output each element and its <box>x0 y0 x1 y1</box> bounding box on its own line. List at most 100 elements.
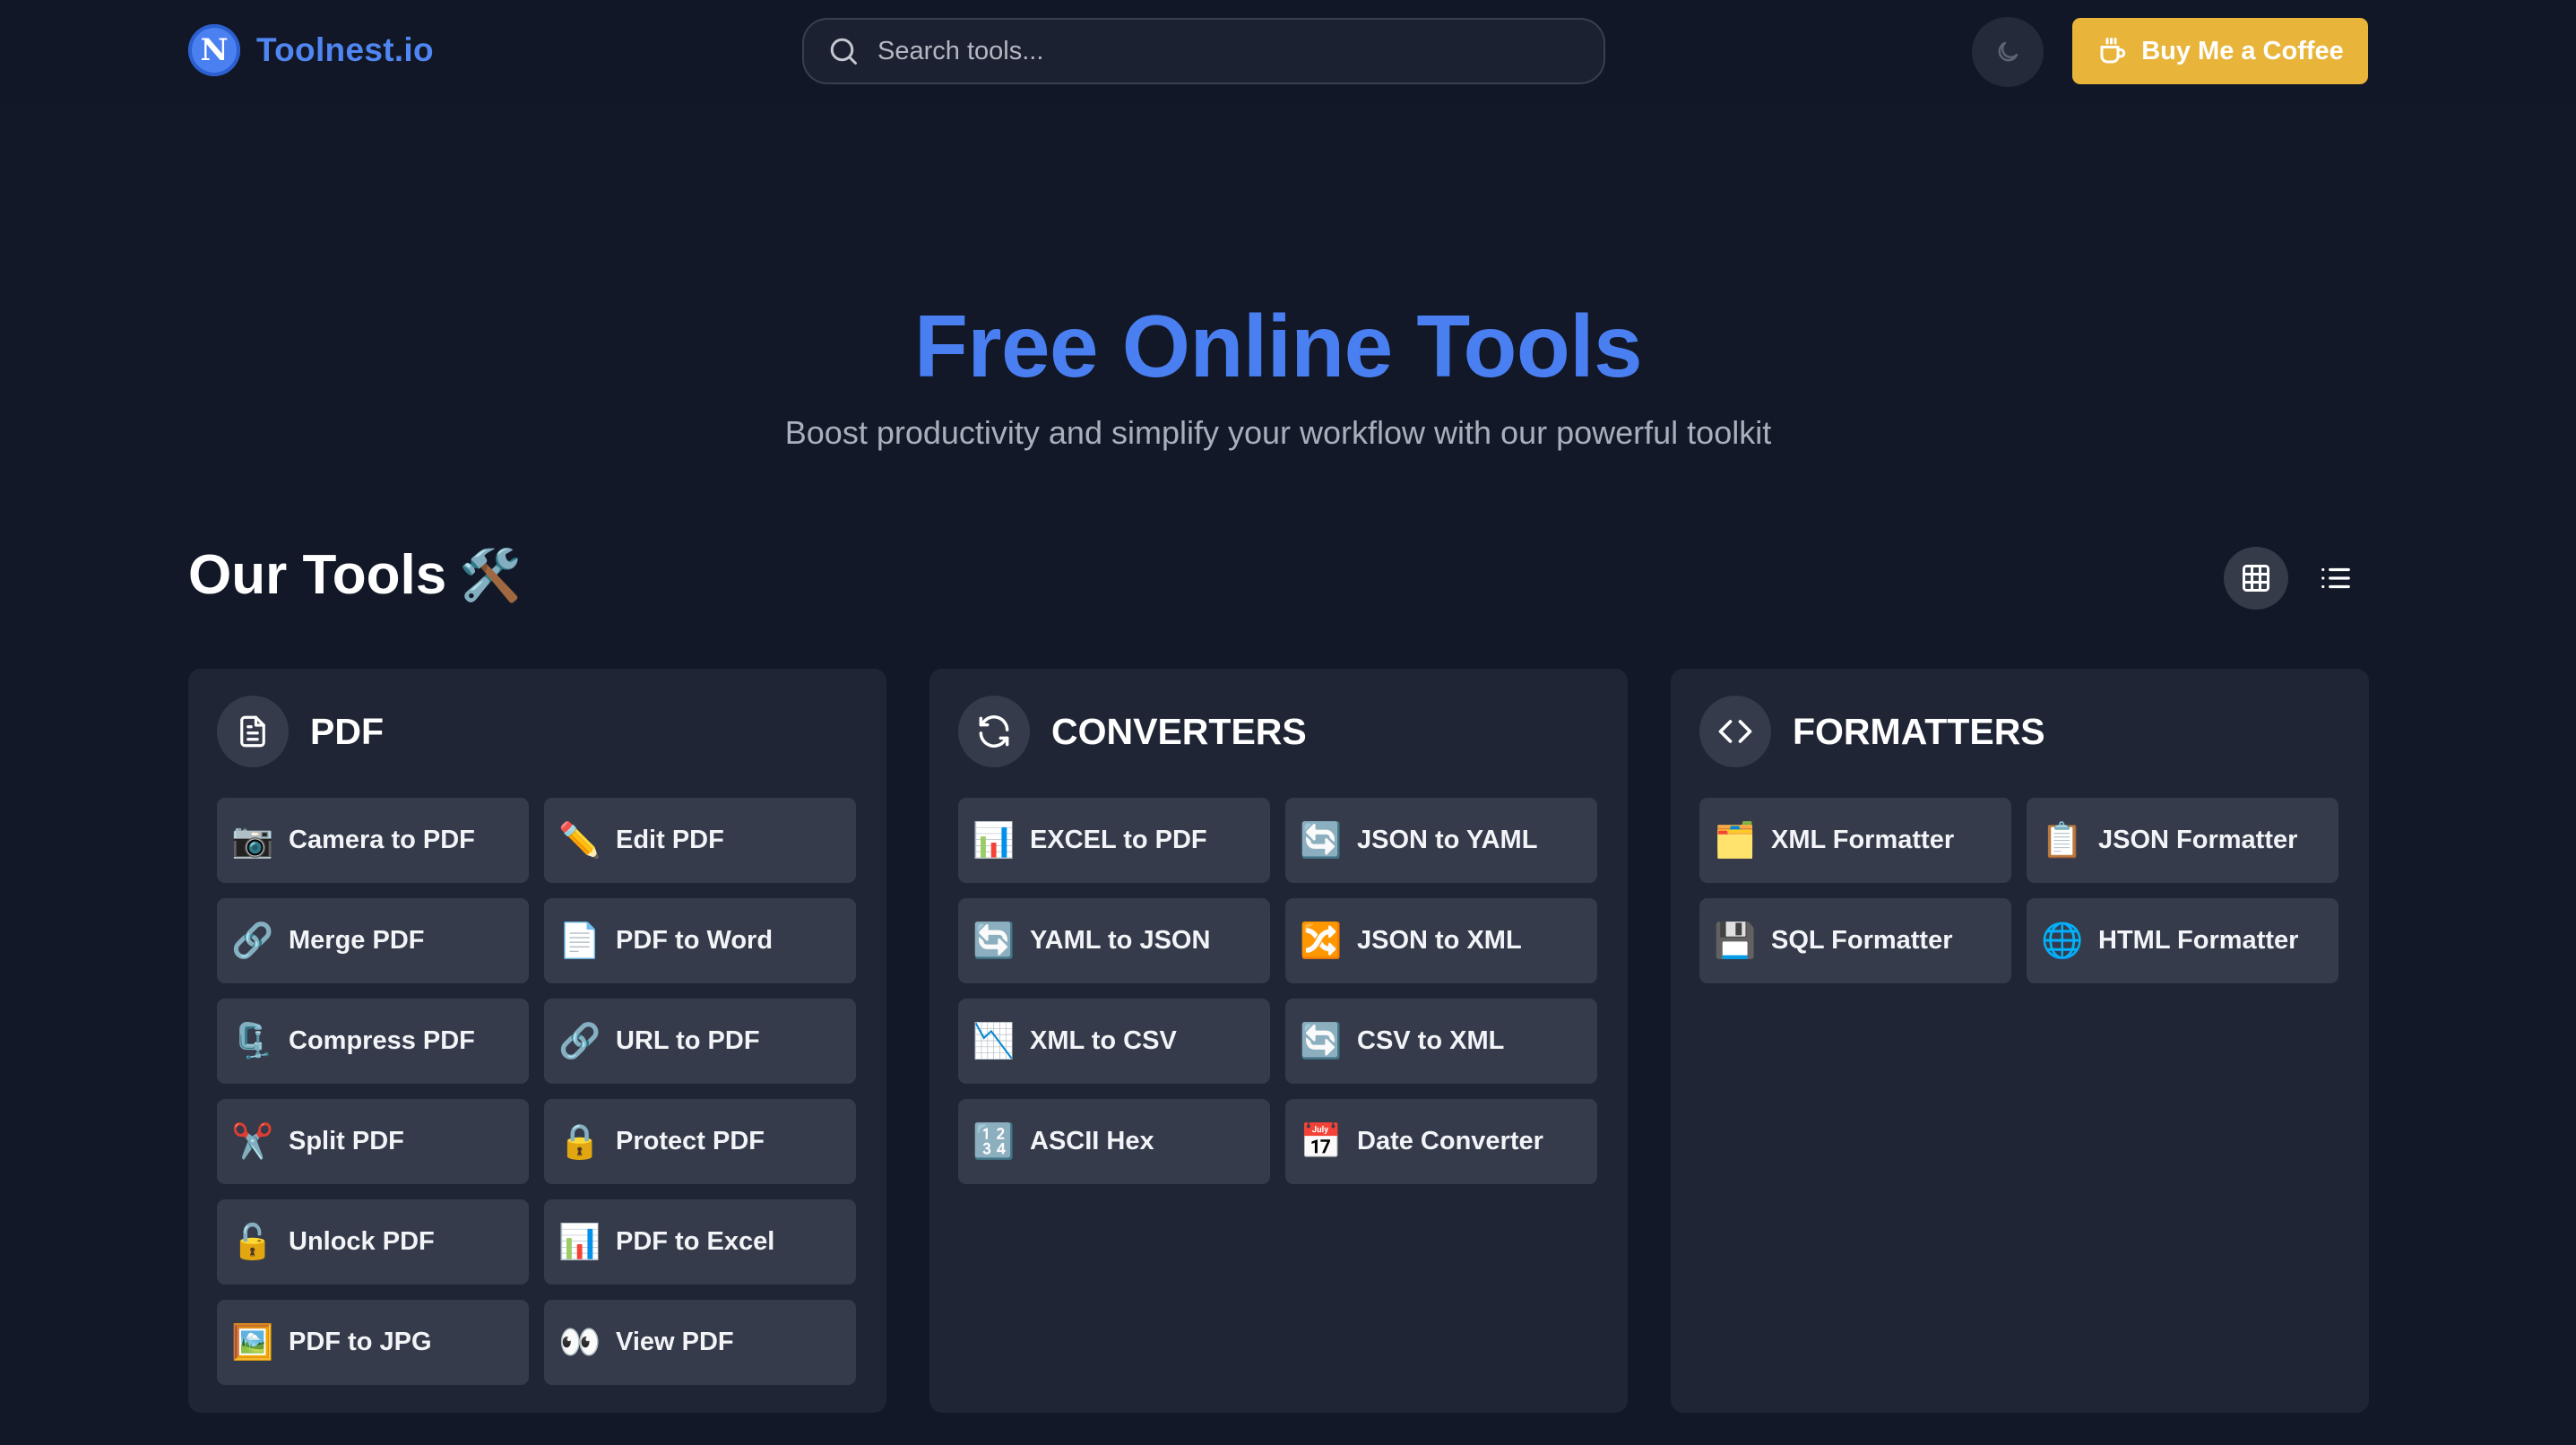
tool-label: SQL Formatter <box>1771 926 1953 955</box>
refresh-arrows-icon: 🔄 <box>972 922 1016 960</box>
theme-toggle-button[interactable] <box>1972 17 2044 87</box>
tool-date-converter[interactable]: 📅 Date Converter <box>1285 1099 1597 1184</box>
refresh-arrows-icon: 🔄 <box>1300 821 1343 860</box>
tool-label: CSV to XML <box>1357 1026 1505 1055</box>
search-input[interactable] <box>876 35 1604 67</box>
brand-home-link[interactable]: N Toolnest.io <box>188 23 434 77</box>
grid-view-button[interactable] <box>2224 547 2288 610</box>
tool-csv-to-xml[interactable]: 🔄 CSV to XML <box>1285 999 1597 1084</box>
globe-icon: 🌐 <box>2041 922 2084 960</box>
tool-label: PDF to Word <box>616 926 774 955</box>
tool-label: URL to PDF <box>616 1026 760 1055</box>
tool-merge-pdf[interactable]: 🔗 Merge PDF <box>217 898 529 983</box>
hero-subtitle: Boost productivity and simplify your wor… <box>784 414 1772 451</box>
search-bar[interactable] <box>802 18 1605 84</box>
eyes-icon: 👀 <box>558 1323 601 1362</box>
shuffle-icon: 🔀 <box>1300 922 1343 960</box>
tool-label: ASCII Hex <box>1030 1127 1154 1155</box>
hero-title: Free Online Tools <box>914 297 1642 395</box>
tool-label: Split PDF <box>289 1127 404 1155</box>
coffee-button-label: Buy Me a Coffee <box>2141 36 2344 65</box>
refresh-icon <box>958 696 1030 767</box>
tool-label: JSON Formatter <box>2098 826 2298 854</box>
tool-label: PDF to JPG <box>289 1328 432 1356</box>
tool-json-to-xml[interactable]: 🔀 JSON to XML <box>1285 898 1597 983</box>
tool-label: Unlock PDF <box>289 1227 435 1256</box>
moon-icon <box>1998 41 2018 62</box>
tool-label: JSON to XML <box>1357 926 1522 955</box>
pencil-icon: ✏️ <box>558 821 601 860</box>
tool-label: Camera to PDF <box>289 826 475 854</box>
bar-chart-icon: 📊 <box>972 821 1016 860</box>
numbers-icon: 🔢 <box>972 1122 1016 1161</box>
tool-label: Merge PDF <box>289 926 425 955</box>
tool-excel-to-pdf[interactable]: 📊 EXCEL to PDF <box>958 798 1270 883</box>
tool-json-formatter[interactable]: 📋 JSON Formatter <box>2027 798 2338 883</box>
tool-label: Protect PDF <box>616 1127 765 1155</box>
tool-label: Date Converter <box>1357 1127 1543 1155</box>
tool-label: JSON to YAML <box>1357 826 1538 854</box>
tool-xml-to-csv[interactable]: 📉 XML to CSV <box>958 999 1270 1084</box>
tool-yaml-to-json[interactable]: 🔄 YAML to JSON <box>958 898 1270 983</box>
floppy-disk-icon: 💾 <box>1714 922 1757 960</box>
bar-chart-icon: 📊 <box>558 1223 601 1261</box>
tool-json-to-yaml[interactable]: 🔄 JSON to YAML <box>1285 798 1597 883</box>
category-card-converters: CONVERTERS 📊 EXCEL to PDF 🔄 JSON to YAML 🔄… <box>929 669 1628 1413</box>
link-icon: 🔗 <box>231 922 274 960</box>
link-icon: 🔗 <box>558 1022 601 1060</box>
list-view-button[interactable] <box>2304 547 2368 610</box>
coffee-cup-icon <box>2100 38 2126 64</box>
category-card-pdf: PDF 📷 Camera to PDF ✏️ Edit PDF 🔗 Merge PDF… <box>188 669 886 1413</box>
tool-label: Edit PDF <box>616 826 724 854</box>
tool-html-formatter[interactable]: 🌐 HTML Formatter <box>2027 898 2338 983</box>
buy-me-a-coffee-button[interactable]: Buy Me a Coffee <box>2072 18 2368 84</box>
chart-decreasing-icon: 📉 <box>972 1022 1016 1060</box>
camera-icon: 📷 <box>231 821 274 860</box>
tool-label: View PDF <box>616 1328 734 1356</box>
clipboard-icon: 📋 <box>2041 821 2084 860</box>
tool-compress-pdf[interactable]: 🗜️ Compress PDF <box>217 999 529 1084</box>
search-icon <box>830 38 857 65</box>
tool-ascii-hex[interactable]: 🔢 ASCII Hex <box>958 1099 1270 1184</box>
tool-label: XML to CSV <box>1030 1026 1177 1055</box>
tool-xml-formatter[interactable]: 🗂️ XML Formatter <box>1699 798 2011 883</box>
brand-name: Toolnest.io <box>256 31 434 68</box>
tool-pdf-to-word[interactable]: 📄 PDF to Word <box>544 898 856 983</box>
tool-camera-to-pdf[interactable]: 📷 Camera to PDF <box>217 798 529 883</box>
category-title: CONVERTERS <box>1051 710 1307 752</box>
tool-pdf-to-excel[interactable]: 📊 PDF to Excel <box>544 1199 856 1285</box>
tool-protect-pdf[interactable]: 🔒 Protect PDF <box>544 1099 856 1184</box>
category-title: FORMATTERS <box>1793 710 2045 752</box>
tool-view-pdf[interactable]: 👀 View PDF <box>544 1300 856 1385</box>
tool-label: YAML to JSON <box>1030 926 1211 955</box>
tool-label: Compress PDF <box>289 1026 475 1055</box>
category-card-formatters: FORMATTERS 🗂️ XML Formatter 📋 JSON Formatt… <box>1671 669 2369 1413</box>
page-icon: 📄 <box>558 922 601 960</box>
category-title: PDF <box>310 710 384 752</box>
clamp-icon: 🗜️ <box>231 1022 274 1060</box>
file-text-icon <box>217 696 289 767</box>
list-view-icon <box>2321 567 2350 589</box>
folder-icon: 🗂️ <box>1714 821 1757 860</box>
tool-label: HTML Formatter <box>2098 926 2299 955</box>
tools-heading-text: Our Tools <box>188 544 447 606</box>
tool-pdf-to-jpg[interactable]: 🖼️ PDF to JPG <box>217 1300 529 1385</box>
tool-label: PDF to Excel <box>616 1227 775 1256</box>
calendar-icon: 📅 <box>1300 1122 1343 1161</box>
tool-url-to-pdf[interactable]: 🔗 URL to PDF <box>544 999 856 1084</box>
lock-icon: 🔒 <box>558 1122 601 1161</box>
code-brackets-icon <box>1699 696 1771 767</box>
tool-label: EXCEL to PDF <box>1030 826 1207 854</box>
scissors-icon: ✂️ <box>231 1122 274 1161</box>
hammer-wrench-icon: 🛠️ <box>459 546 522 603</box>
tool-split-pdf[interactable]: ✂️ Split PDF <box>217 1099 529 1184</box>
brand-logo-icon: N <box>188 24 240 76</box>
top-navbar: N Toolnest.io Buy Me a Coffee <box>0 0 2576 103</box>
tool-unlock-pdf[interactable]: 🔓 Unlock PDF <box>217 1199 529 1285</box>
tool-label: XML Formatter <box>1771 826 1955 854</box>
grid-view-icon <box>2243 565 2269 592</box>
tools-section-heading: Our Tools 🛠️ <box>188 543 522 607</box>
refresh-arrows-icon: 🔄 <box>1300 1022 1343 1060</box>
tool-sql-formatter[interactable]: 💾 SQL Formatter <box>1699 898 2011 983</box>
tool-edit-pdf[interactable]: ✏️ Edit PDF <box>544 798 856 883</box>
